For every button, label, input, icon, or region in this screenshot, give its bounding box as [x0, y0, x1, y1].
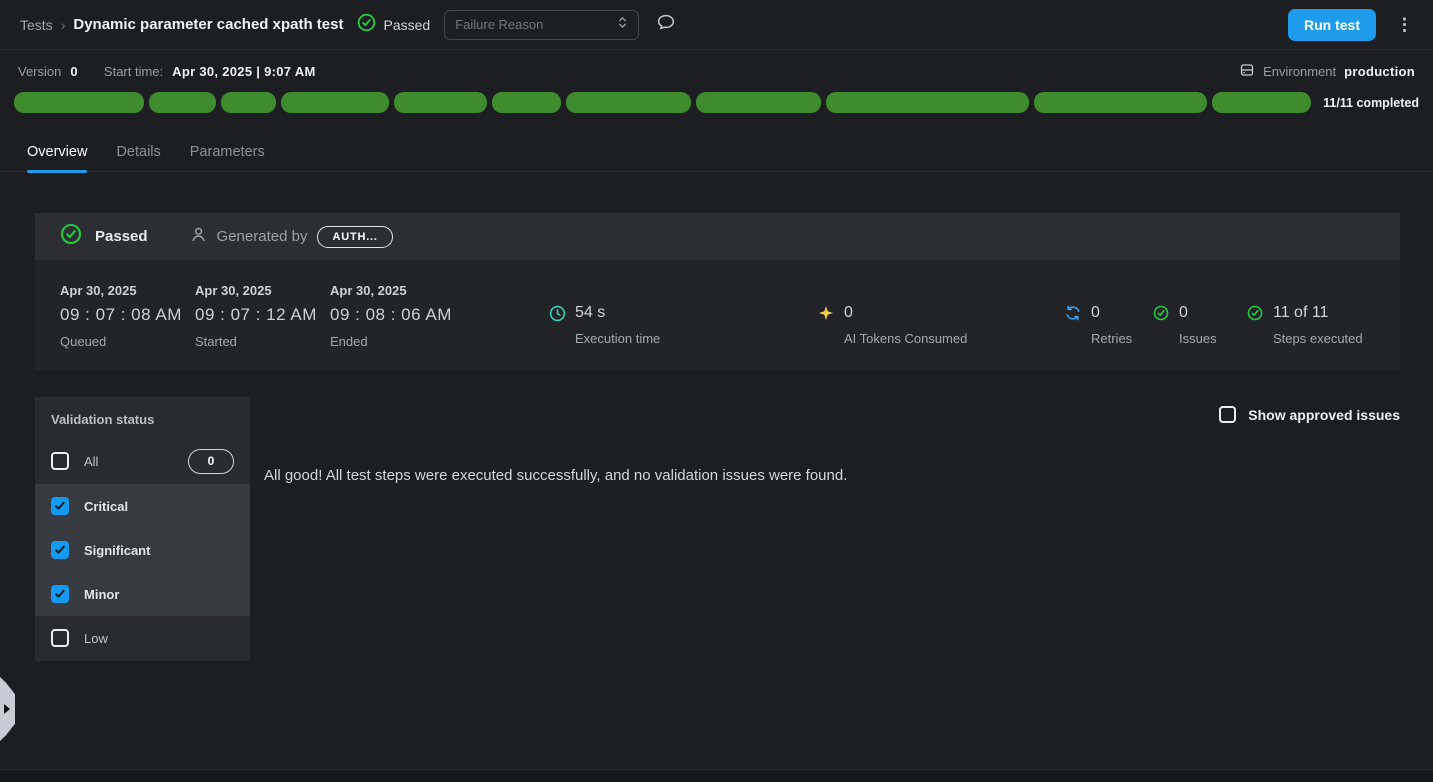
filter-all-label: All — [84, 454, 173, 469]
chevron-right-icon — [4, 704, 10, 714]
checkbox-critical[interactable] — [51, 497, 69, 515]
breadcrumb[interactable]: Tests — [20, 17, 53, 33]
all-good-message: All good! All test steps were executed s… — [264, 467, 847, 484]
breadcrumb-chevron-icon: › — [61, 17, 66, 33]
sidebar-expand-handle[interactable] — [0, 677, 15, 741]
progress-segment[interactable] — [394, 92, 486, 113]
progress-segment[interactable] — [696, 92, 820, 113]
metric-issues: 0 Issues — [1153, 304, 1217, 346]
progress-segment[interactable] — [281, 92, 389, 113]
version-label: Version — [18, 64, 61, 79]
environment-icon — [1239, 62, 1255, 81]
show-approved-issues: Show approved issues — [1219, 406, 1400, 423]
tab-overview[interactable]: Overview — [27, 132, 87, 171]
progress-segment[interactable] — [149, 92, 216, 113]
progress-segment[interactable] — [492, 92, 562, 113]
tab-parameters[interactable]: Parameters — [190, 132, 265, 171]
environment-label: Environment — [1263, 64, 1336, 79]
start-time-label: Start time: — [104, 64, 163, 79]
sparkle-icon — [818, 305, 835, 322]
metric-retries: 0 Retries — [1065, 304, 1132, 346]
chevron-updown-icon — [617, 15, 628, 35]
generated-by-badge[interactable]: AUTH... — [317, 226, 392, 248]
comment-bubble-icon — [656, 12, 676, 37]
check-circle-icon — [1153, 305, 1170, 322]
page-title: Dynamic parameter cached xpath test — [73, 16, 343, 33]
check-circle-icon — [1247, 305, 1264, 322]
comment-button[interactable] — [656, 12, 676, 37]
progress-segment[interactable] — [1212, 92, 1311, 113]
issue-count-badge: 0 — [188, 449, 234, 474]
filter-row-minor[interactable]: Minor — [35, 572, 250, 616]
person-icon — [190, 226, 207, 247]
check-circle-icon — [60, 223, 82, 250]
metric-ai-tokens-consumed: 0 AI Tokens Consumed — [818, 304, 967, 346]
show-approved-label: Show approved issues — [1248, 407, 1400, 423]
metric-execution-time: 54 s Execution time — [549, 304, 660, 346]
failure-reason-placeholder: Failure Reason — [455, 17, 543, 32]
progress-segment[interactable] — [566, 92, 691, 113]
tab-details[interactable]: Details — [116, 132, 160, 171]
version-value: 0 — [70, 64, 78, 79]
environment-chip: Environment production — [1239, 62, 1415, 81]
status-text: Passed — [383, 17, 430, 33]
progress-segment[interactable] — [14, 92, 144, 113]
checkbox-significant[interactable] — [51, 541, 69, 559]
meta-row: Version 0 Start time: Apr 30, 2025 | 9:0… — [0, 52, 1433, 90]
steps-progress-bar: 11/11 completed — [14, 92, 1419, 113]
refresh-icon — [1065, 305, 1082, 322]
show-approved-checkbox[interactable] — [1219, 406, 1236, 423]
filter-row-critical[interactable]: Critical — [35, 484, 250, 528]
filter-row-all[interactable]: All 0 — [35, 438, 250, 484]
validation-status-panel: Validation status All 0 Critical Signifi… — [35, 397, 250, 661]
metric-steps-executed: 11 of 11 Steps executed — [1247, 304, 1363, 346]
failure-reason-select[interactable]: Failure Reason — [444, 10, 639, 40]
bottom-bar — [0, 769, 1433, 782]
filter-row-significant[interactable]: Significant — [35, 528, 250, 572]
progress-segments — [14, 92, 1311, 113]
clock-icon — [549, 305, 566, 322]
run-test-button[interactable]: Run test — [1288, 9, 1376, 41]
test-run-page: Tests › Dynamic parameter cached xpath t… — [0, 0, 1433, 782]
time-column-queued: Apr 30, 2025 09 : 07 : 08 AM Queued — [60, 283, 182, 349]
environment-value: production — [1344, 64, 1415, 79]
check-circle-icon — [357, 13, 376, 37]
checkbox-minor[interactable] — [51, 585, 69, 603]
summary-card-body: Apr 30, 2025 09 : 07 : 08 AM Queued Apr … — [35, 260, 1400, 370]
more-options-icon[interactable]: ⋮ — [1396, 16, 1413, 33]
progress-completed-text: 11/11 completed — [1323, 96, 1419, 110]
checkbox-low[interactable] — [51, 629, 69, 647]
generated-by: Generated by AUTH... — [190, 226, 393, 248]
checkbox-all[interactable] — [51, 452, 69, 470]
summary-status-text: Passed — [95, 228, 148, 245]
filter-options: Critical Significant Minor Low — [35, 484, 250, 660]
meta-left: Version 0 Start time: Apr 30, 2025 | 9:0… — [18, 64, 316, 79]
status-badge: Passed — [357, 13, 430, 37]
run-summary-card: Passed Generated by AUTH... Apr 30, 2025… — [35, 213, 1400, 370]
filter-row-low[interactable]: Low — [35, 616, 250, 660]
progress-segment[interactable] — [826, 92, 1030, 113]
progress-segment[interactable] — [221, 92, 277, 113]
progress-segment[interactable] — [1034, 92, 1207, 113]
start-time-value: Apr 30, 2025 | 9:07 AM — [172, 64, 315, 79]
generated-by-label: Generated by — [217, 228, 308, 245]
topbar: Tests › Dynamic parameter cached xpath t… — [0, 0, 1433, 50]
time-column-started: Apr 30, 2025 09 : 07 : 12 AM Started — [195, 283, 317, 349]
summary-card-header: Passed Generated by AUTH... — [35, 213, 1400, 260]
time-column-ended: Apr 30, 2025 09 : 08 : 06 AM Ended — [330, 283, 452, 349]
tab-bar: Overview Details Parameters — [0, 132, 1433, 172]
validation-status-title: Validation status — [35, 397, 250, 438]
